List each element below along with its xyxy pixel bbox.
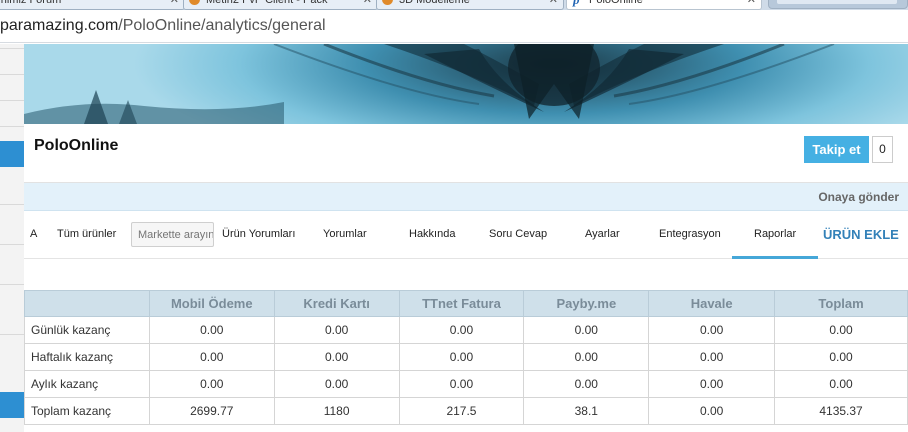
background-page-strip xyxy=(0,44,24,432)
divider xyxy=(0,334,24,335)
column-header xyxy=(24,290,150,317)
new-tab-button[interactable] xyxy=(768,0,908,9)
follow-button[interactable]: Takip et xyxy=(804,136,869,163)
divider xyxy=(0,204,24,205)
store-search-input[interactable] xyxy=(131,222,214,247)
divider xyxy=(0,244,24,245)
browser-tab-2[interactable]: Metin2 PvP Client - Pack ✕ xyxy=(183,0,378,10)
new-tab-area xyxy=(777,0,897,4)
table-cell: 0.00 xyxy=(398,316,525,344)
address-bar[interactable]: paramazing.com/PoloOnline/analytics/gene… xyxy=(0,10,908,43)
submit-for-approval-link[interactable]: Onaya gönder xyxy=(818,190,899,204)
row-label: Aylık kazanç xyxy=(24,370,150,398)
column-header: Payby.me xyxy=(523,290,650,317)
nav-item-integration[interactable]: Entegrasyon xyxy=(659,228,721,240)
table-cell: 0.00 xyxy=(273,343,400,371)
table-cell: 0.00 xyxy=(148,370,275,398)
url-path: /PoloOnline/analytics/general xyxy=(118,17,326,34)
nav-item-reports[interactable]: Raporlar xyxy=(754,228,796,240)
table-row: Haftalık kazanç 0.00 0.00 0.00 0.00 0.00… xyxy=(24,343,908,371)
table-header-row: Mobil Ödeme Kredi Kartı TTnet Fatura Pay… xyxy=(24,290,908,317)
nav-item-reviews[interactable]: Yorumlar xyxy=(323,228,367,240)
table-cell: 0.00 xyxy=(523,343,650,371)
favicon-icon xyxy=(189,0,200,5)
store-nav: A Tüm ürünler Ürün Yorumları Yorumlar Ha… xyxy=(24,212,908,259)
close-tab-icon[interactable]: ✕ xyxy=(170,0,179,8)
row-label: Toplam kazanç xyxy=(24,397,150,425)
browser-tab-label: PoloOnline xyxy=(589,0,643,6)
table-cell: 0.00 xyxy=(523,316,650,344)
column-header: Toplam xyxy=(774,290,908,317)
close-tab-icon[interactable]: ✕ xyxy=(363,0,372,8)
browser-tab-3[interactable]: 3D Modelleme ✕ xyxy=(376,0,564,10)
nav-item-settings[interactable]: Ayarlar xyxy=(585,228,620,240)
table-cell: 2699.77 xyxy=(148,397,275,425)
table-cell: 0.00 xyxy=(273,370,400,398)
table-cell: 38.1 xyxy=(523,397,650,425)
table-cell: 0.00 xyxy=(648,370,776,398)
close-tab-icon[interactable]: ✕ xyxy=(549,0,558,8)
approval-bar: Onaya gönder xyxy=(24,183,908,211)
nav-item-a[interactable]: A xyxy=(30,228,37,240)
divider xyxy=(0,284,24,285)
table-cell: 0.00 xyxy=(273,316,400,344)
table-cell: 4135.37 xyxy=(774,397,908,425)
table-cell: 0.00 xyxy=(398,370,525,398)
row-label: Günlük kazanç xyxy=(24,316,150,344)
table-cell: 0.00 xyxy=(648,343,776,371)
nav-item-qa[interactable]: Soru Cevap xyxy=(489,228,547,240)
follower-count: 0 xyxy=(872,136,893,163)
row-label: Haftalık kazanç xyxy=(24,343,150,371)
browser-tab-active[interactable]: p PoloOnline ✕ xyxy=(566,0,762,10)
background-highlight xyxy=(0,392,24,418)
table-cell: 0.00 xyxy=(774,316,908,344)
column-header: Mobil Ödeme xyxy=(148,290,275,317)
table-row: Toplam kazanç 2699.77 1180 217.5 38.1 0.… xyxy=(24,397,908,425)
url-text[interactable]: paramazing.com/PoloOnline/analytics/gene… xyxy=(0,17,326,35)
store-banner xyxy=(24,44,908,124)
table-cell: 0.00 xyxy=(148,316,275,344)
divider xyxy=(0,126,24,127)
active-tab-indicator xyxy=(732,256,818,259)
table-cell: 0.00 xyxy=(523,370,650,398)
store-name: PoloOnline xyxy=(34,137,119,154)
nav-item-about[interactable]: Hakkında xyxy=(409,228,455,240)
table-row: Günlük kazanç 0.00 0.00 0.00 0.00 0.00 0… xyxy=(24,316,908,344)
divider xyxy=(0,74,24,75)
banner-artwork xyxy=(24,44,835,124)
browser-tab-1[interactable]: Tarihimiz Forum ✕ xyxy=(0,0,185,10)
browser-tab-label: Tarihimiz Forum xyxy=(0,0,62,6)
store-header: PoloOnline Takip et 0 xyxy=(24,124,908,183)
nav-item-all-products[interactable]: Tüm ürünler xyxy=(57,228,116,240)
table-cell: 0.00 xyxy=(774,370,908,398)
p-logo-icon: p xyxy=(573,0,580,8)
add-product-button[interactable]: ÜRÜN EKLE xyxy=(823,227,899,242)
table-row: Aylık kazanç 0.00 0.00 0.00 0.00 0.00 0.… xyxy=(24,370,908,398)
table-cell: 0.00 xyxy=(648,397,776,425)
column-header: Havale xyxy=(648,290,776,317)
store-panel: PoloOnline Takip et 0 Onaya gönder A Tüm… xyxy=(24,44,908,432)
table-cell: 217.5 xyxy=(398,397,525,425)
table-cell: 0.00 xyxy=(148,343,275,371)
nav-item-product-reviews[interactable]: Ürün Yorumları xyxy=(222,228,295,240)
table-cell: 0.00 xyxy=(398,343,525,371)
column-header: TTnet Fatura xyxy=(398,290,525,317)
earnings-report-table: Mobil Ödeme Kredi Kartı TTnet Fatura Pay… xyxy=(24,290,908,425)
column-header: Kredi Kartı xyxy=(273,290,400,317)
table-cell: 0.00 xyxy=(648,316,776,344)
close-tab-icon[interactable]: ✕ xyxy=(747,0,756,8)
table-cell: 0.00 xyxy=(774,343,908,371)
browser-tab-strip: Tarihimiz Forum ✕ Metin2 PvP Client - Pa… xyxy=(0,0,908,10)
favicon-icon xyxy=(382,0,393,5)
url-host: paramazing.com xyxy=(0,17,119,34)
background-highlight xyxy=(0,141,24,167)
browser-tab-label: 3D Modelleme xyxy=(399,0,470,6)
divider xyxy=(0,48,24,49)
divider xyxy=(0,100,24,101)
browser-tab-label: Metin2 PvP Client - Pack xyxy=(206,0,328,6)
table-cell: 1180 xyxy=(273,397,400,425)
